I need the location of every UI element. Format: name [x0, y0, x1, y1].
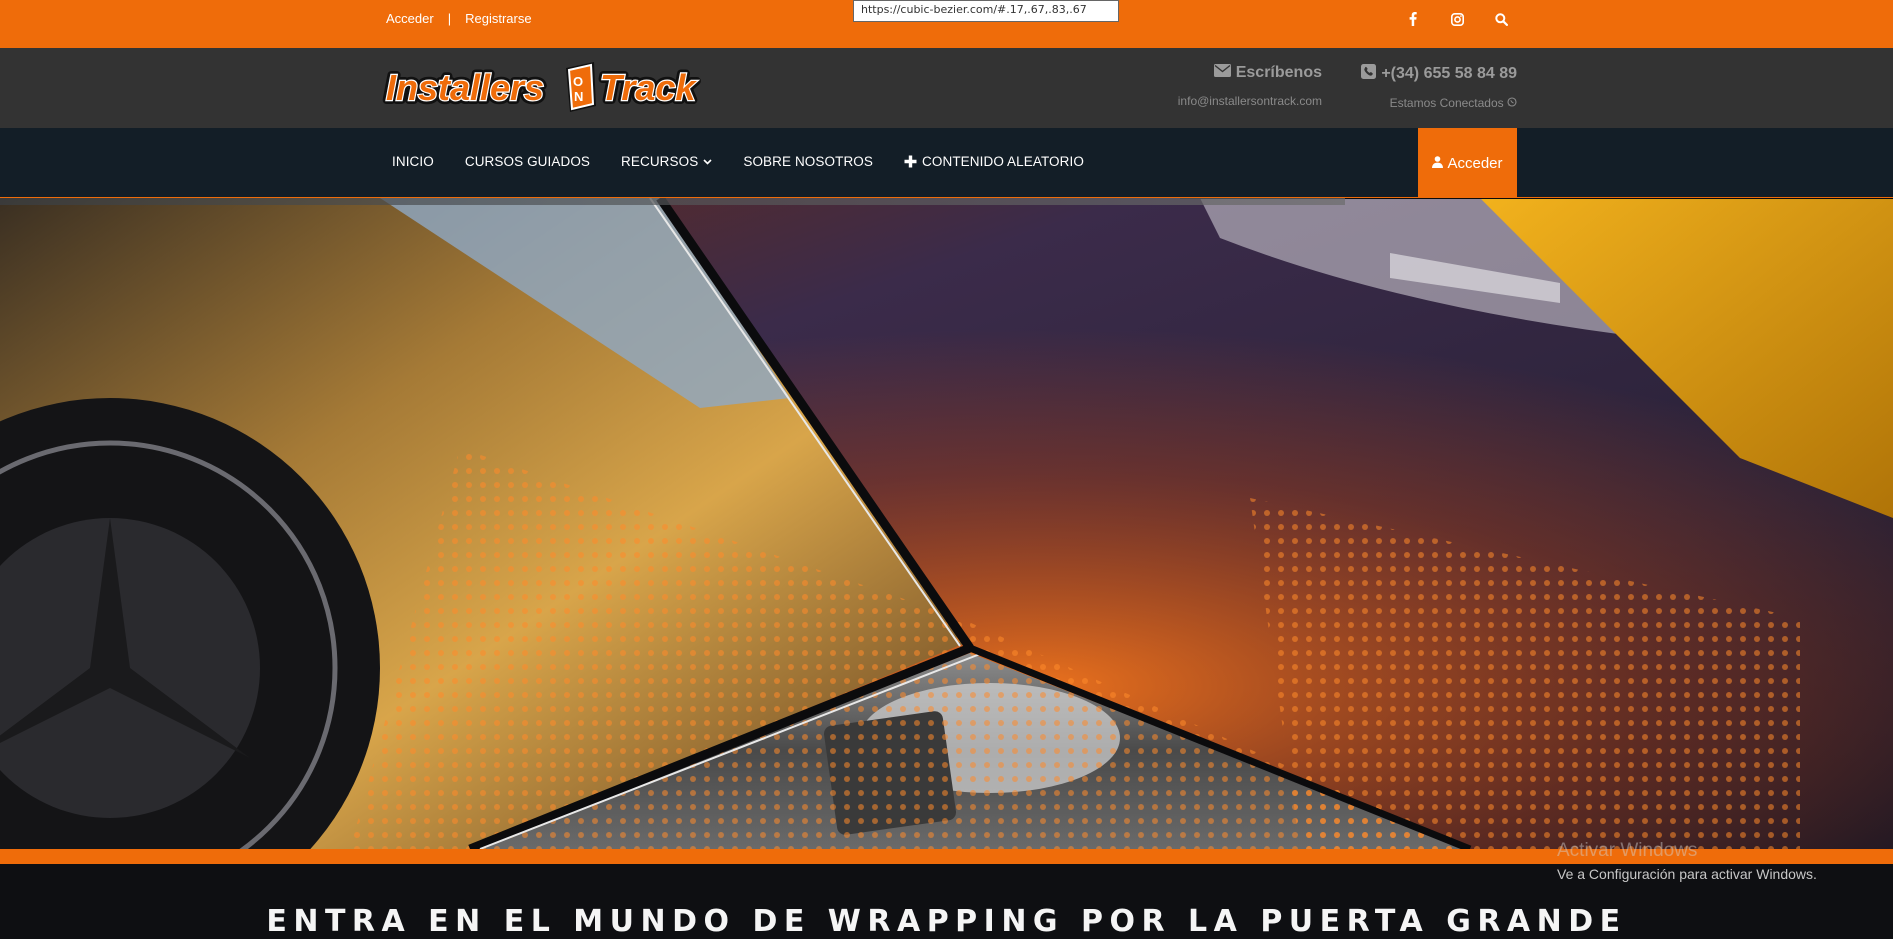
login-button[interactable]: Acceder: [1418, 128, 1517, 198]
hero-banner-image: [0, 198, 1893, 849]
account-links: Acceder | Registrarse: [386, 11, 532, 26]
nav-item-recursos[interactable]: RECURSOS: [621, 154, 712, 169]
watermark-subtitle: Ve a Configuración para activar Windows.: [1557, 866, 1817, 882]
user-icon: [1432, 155, 1444, 172]
svg-text:N: N: [574, 89, 583, 104]
site-logo[interactable]: Installers Installers O N Track Track: [378, 58, 722, 114]
site-header: Installers Installers O N Track Track Es…: [0, 48, 1893, 128]
social-icons: [1405, 10, 1509, 28]
plus-icon: [904, 155, 917, 168]
nav-item-contenido-aleatorio[interactable]: CONTENIDO ALEATORIO: [904, 154, 1084, 169]
svg-text:O: O: [573, 74, 583, 89]
phone-icon: [1361, 64, 1377, 84]
windows-activation-watermark: Activar Windows Ve a Configuración para …: [1557, 840, 1817, 882]
nav-menu: INICIO CURSOS GUIADOS RECURSOS SOBRE NOS…: [392, 154, 1084, 169]
hero-headline: ENTRA EN EL MUNDO DE WRAPPING POR LA PUE…: [266, 904, 1627, 939]
register-link[interactable]: Registrarse: [465, 11, 531, 26]
nav-item-sobre-nosotros[interactable]: SOBRE NOSOTROS: [743, 154, 873, 169]
instagram-icon[interactable]: [1449, 10, 1465, 28]
svg-text:Installers: Installers: [386, 67, 544, 108]
email-title: Escríbenos: [1235, 64, 1322, 81]
nav-item-inicio[interactable]: INICIO: [392, 154, 434, 169]
phone-contact: +(34) 655 58 84 89 Estamos Conectados: [1330, 64, 1517, 110]
nav-item-cursos-guiados[interactable]: CURSOS GUIADOS: [465, 154, 590, 169]
whatsapp-icon[interactable]: [1507, 96, 1517, 110]
nav-shadow: [0, 198, 1345, 205]
email-address[interactable]: info@installersontrack.com: [1130, 94, 1322, 108]
main-nav: INICIO CURSOS GUIADOS RECURSOS SOBRE NOS…: [0, 128, 1893, 198]
search-icon[interactable]: [1493, 10, 1509, 28]
connection-status: Estamos Conectados: [1389, 96, 1504, 110]
watermark-title: Activar Windows: [1557, 840, 1698, 861]
link-separator: |: [447, 11, 452, 26]
chevron-down-icon: [703, 158, 712, 165]
phone-number[interactable]: +(34) 655 58 84 89: [1381, 65, 1517, 83]
envelope-icon: [1213, 64, 1231, 82]
url-status-tooltip: https://cubic-bezier.com/#.17,.67,.83,.6…: [853, 0, 1119, 22]
facebook-icon[interactable]: [1405, 10, 1421, 28]
svg-text:Track: Track: [600, 67, 697, 108]
login-link[interactable]: Acceder: [386, 11, 434, 26]
email-contact: Escríbenos info@installersontrack.com: [1130, 64, 1322, 108]
